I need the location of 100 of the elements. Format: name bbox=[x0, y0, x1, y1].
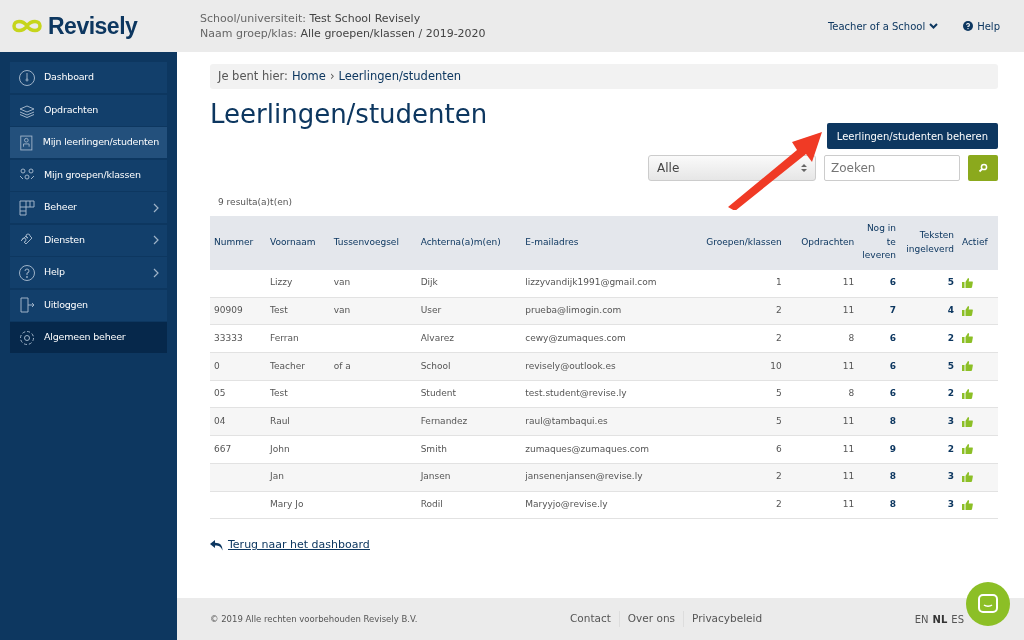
breadcrumb-link[interactable]: Home bbox=[291, 67, 326, 86]
table-cell: 33333 bbox=[210, 324, 267, 353]
breadcrumb-link[interactable]: Leerlingen/studenten bbox=[338, 67, 462, 86]
table-cell: 2 bbox=[686, 463, 786, 491]
school-info: School/universiteit: Test School Revisely bbox=[200, 11, 422, 26]
column-header: Teksten ingeleverd bbox=[899, 215, 958, 270]
manage-students-button[interactable]: Leerlingen/studenten beheren bbox=[826, 123, 998, 149]
table-cell: 11 bbox=[785, 463, 859, 491]
table-cell: 8 bbox=[858, 407, 900, 436]
table-cell: cewy@zumaques.com bbox=[521, 324, 687, 353]
search-field[interactable]: Zoeken bbox=[824, 155, 960, 181]
results-count: 9 resulta(a)t(en) bbox=[218, 196, 293, 209]
table-cell: Maryyjo@revise.ly bbox=[521, 491, 687, 519]
table-cell: Rodil bbox=[416, 491, 522, 519]
sidebar-item[interactable]: Uitloggen bbox=[10, 289, 167, 321]
table-cell: jansenenjansen@revise.ly bbox=[521, 463, 687, 491]
back-link[interactable]: Terug naar het dashboard bbox=[210, 537, 370, 554]
table-cell: Alvarez bbox=[416, 324, 522, 353]
table-cell: 8 bbox=[858, 491, 900, 519]
column-header: Achterna(a)m(en) bbox=[416, 215, 522, 270]
table-cell: of a bbox=[329, 352, 417, 381]
language-link[interactable]: EN bbox=[914, 611, 929, 627]
table-cell: 8 bbox=[858, 463, 900, 491]
table-cell: Mary Jo bbox=[266, 491, 330, 519]
logout-door-icon bbox=[18, 296, 36, 314]
table-cell: 5 bbox=[686, 407, 786, 436]
table-cell: test.student@revise.ly bbox=[521, 380, 687, 408]
table-cell: lizzyvandijk1991@gmail.com bbox=[521, 269, 687, 298]
footer-link[interactable]: Privacybeleid bbox=[683, 611, 771, 627]
breadcrumb-prefix: Je bent hier: bbox=[218, 67, 288, 85]
table-cell: 10 bbox=[686, 352, 786, 381]
table-cell: 11 bbox=[785, 297, 859, 325]
chevron-right-icon bbox=[153, 235, 159, 245]
breadcrumb-separator: › bbox=[329, 67, 335, 85]
table-cell: 2 bbox=[686, 491, 786, 519]
table-cell: 11 bbox=[785, 435, 859, 464]
table-cell: 6 bbox=[686, 435, 786, 464]
table-cell: 11 bbox=[785, 407, 859, 436]
page-title: Leerlingen/studenten bbox=[210, 99, 488, 131]
column-header: E-mailadres bbox=[521, 215, 687, 270]
table-cell: 9 bbox=[858, 435, 900, 464]
table-cell: raul@tambaqui.es bbox=[521, 407, 687, 436]
table-cell: 3 bbox=[899, 491, 958, 519]
language-link[interactable]: NL bbox=[932, 611, 948, 627]
sidebar-item[interactable]: Dashboard bbox=[10, 62, 167, 93]
question-circle-icon bbox=[18, 263, 36, 282]
footer-link[interactable]: Contact bbox=[562, 611, 619, 627]
table-cell: 1 bbox=[686, 269, 786, 298]
table-cell: 11 bbox=[785, 352, 859, 381]
table-cell: 5 bbox=[899, 352, 958, 381]
group-info: Naam groep/klas: Alle groepen/klassen / 2019-2020 bbox=[200, 26, 486, 41]
table-cell: 6 bbox=[858, 380, 900, 408]
sidebar-item[interactable]: Opdrachten bbox=[10, 94, 167, 126]
table-cell: Raul bbox=[266, 407, 330, 436]
help-link[interactable]: Help bbox=[963, 18, 1000, 34]
table-cell: Jan bbox=[266, 463, 330, 491]
sidebar-item[interactable]: Diensten bbox=[10, 224, 167, 256]
table-cell: zumaques@zumaques.com bbox=[521, 435, 687, 464]
chat-button[interactable] bbox=[966, 582, 1010, 626]
chevron-right-icon bbox=[153, 267, 159, 278]
column-header: Opdrachten bbox=[785, 215, 859, 270]
table-cell: Fernandez bbox=[416, 407, 522, 436]
table-cell: Test bbox=[266, 297, 330, 325]
table-cell: Jansen bbox=[416, 463, 522, 491]
table-cell: 90909 bbox=[210, 297, 267, 325]
table-cell: 6 bbox=[858, 324, 900, 353]
filter-dropdown[interactable]: Alle bbox=[648, 155, 816, 181]
logo-text: Revisely bbox=[48, 11, 138, 41]
table-cell: Smith bbox=[416, 435, 522, 464]
chat-icon bbox=[978, 594, 998, 614]
table-cell: Teacher bbox=[266, 352, 330, 381]
sidebar-item[interactable]: Beheer bbox=[10, 192, 167, 223]
table-cell: van bbox=[329, 297, 417, 325]
table-cell: User bbox=[416, 297, 522, 325]
table-cell: 11 bbox=[785, 269, 859, 298]
table-cell: 3 bbox=[899, 463, 958, 491]
table-cell: 8 bbox=[785, 380, 859, 408]
table-cell: Ferran bbox=[266, 324, 330, 353]
table-cell: 05 bbox=[210, 380, 267, 408]
table-cell: 6 bbox=[858, 269, 900, 298]
logo-icon bbox=[10, 18, 44, 34]
user-menu[interactable]: Teacher of a School bbox=[826, 17, 940, 35]
sidebar-item[interactable]: Mijn groepen/klassen bbox=[10, 159, 167, 191]
column-header: Tussenvoegsel bbox=[329, 215, 417, 270]
sidebar-item[interactable]: Mijn leerlingen/studenten bbox=[10, 127, 167, 158]
table-cell: 5 bbox=[686, 380, 786, 408]
column-header: Nummer bbox=[210, 215, 267, 270]
search-button[interactable] bbox=[968, 155, 998, 181]
column-header: Actief bbox=[957, 215, 998, 270]
table-cell: 04 bbox=[210, 407, 267, 436]
table-cell: 3 bbox=[899, 407, 958, 436]
language-link[interactable]: ES bbox=[951, 611, 964, 627]
sidebar-item[interactable]: Algemeen beheer bbox=[10, 322, 167, 353]
help-icon bbox=[963, 21, 974, 31]
table-cell: 0 bbox=[210, 352, 267, 381]
footer-link[interactable]: Over ons bbox=[618, 611, 683, 627]
sidebar-item[interactable]: Help bbox=[10, 257, 167, 288]
dashboard-gauge-icon bbox=[18, 68, 36, 87]
chevron-down-icon bbox=[929, 23, 939, 29]
table-cell: 7 bbox=[858, 297, 900, 325]
